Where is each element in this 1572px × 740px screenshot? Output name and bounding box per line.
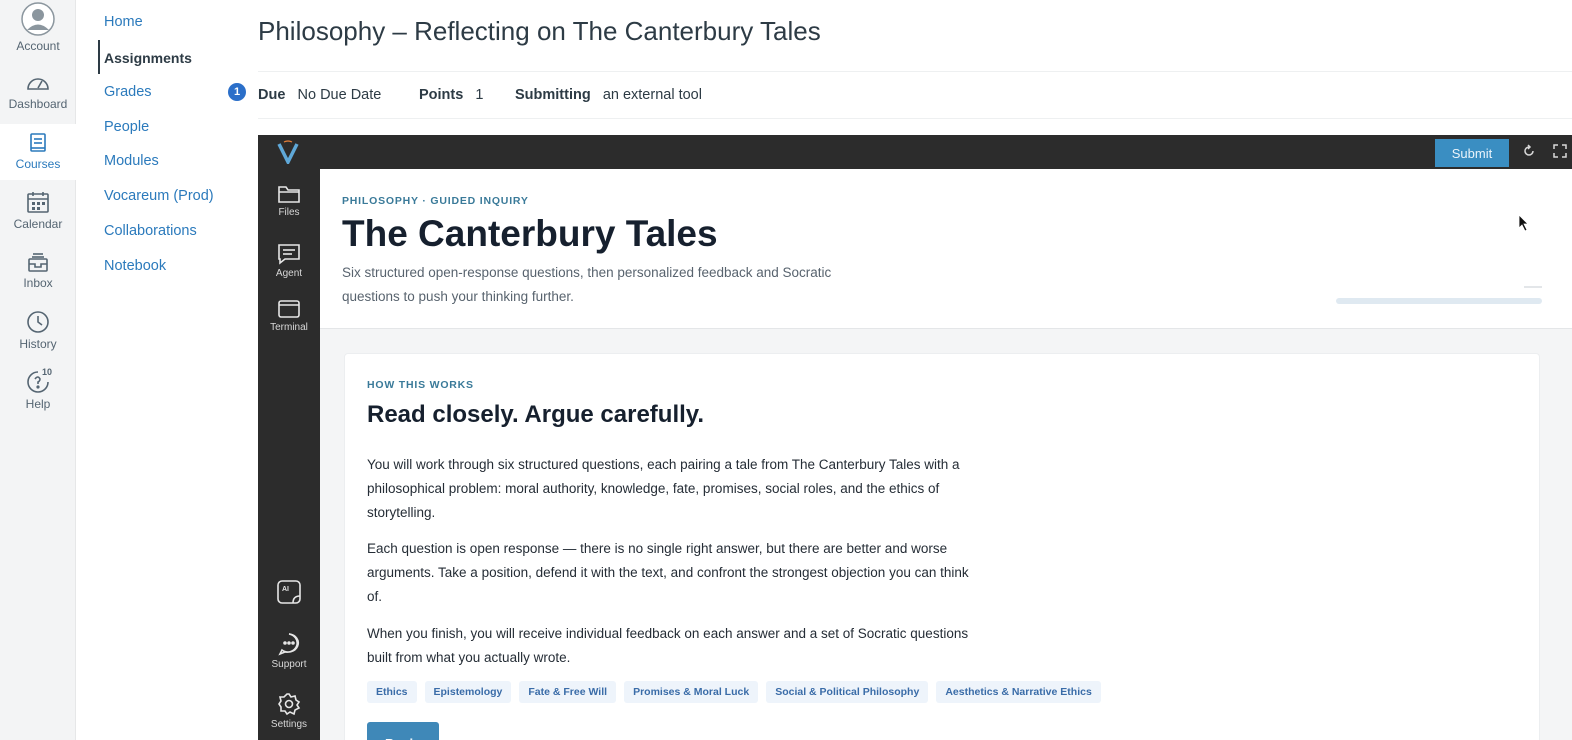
topic-tag: Social & Political Philosophy (766, 681, 929, 703)
divider (258, 71, 1572, 72)
points-meta: Points 1 (419, 87, 483, 103)
course-nav-assignments[interactable]: Assignments (104, 50, 192, 66)
topic-tags: Ethics Epistemology Fate & Free Will Pro… (367, 681, 1101, 703)
global-nav-label: Inbox (23, 276, 53, 290)
response-paragraph: Each question is open response — there i… (367, 541, 969, 604)
hero-subtitle: Six structured open-response questions, … (342, 265, 832, 304)
course-nav-modules[interactable]: Modules (104, 153, 159, 169)
clock-icon (27, 311, 49, 333)
course-nav-notebook[interactable]: Notebook (104, 258, 166, 274)
global-nav-label: History (19, 337, 57, 351)
topic-tag: Promises & Moral Luck (624, 681, 759, 703)
mouse-cursor-icon (1518, 214, 1529, 232)
progress-bar (1336, 298, 1542, 304)
course-nav-people[interactable]: People (104, 119, 149, 135)
info-badge[interactable]: 1 (228, 83, 246, 101)
support-icon (278, 633, 300, 656)
tool-sidebar-support[interactable]: Support (258, 632, 320, 670)
global-nav-history[interactable]: History (0, 310, 76, 351)
global-nav-label: Help (25, 397, 51, 411)
begin-button[interactable]: Begin (367, 722, 439, 740)
global-nav-label: Courses (15, 157, 61, 171)
inbox-icon (28, 253, 48, 272)
global-nav-label: Account (16, 39, 60, 53)
topic-tag: Fate & Free Will (519, 681, 617, 703)
feedback-paragraph: When you finish, you will receive indivi… (367, 626, 969, 665)
avatar-icon (21, 2, 55, 36)
book-icon (30, 133, 46, 152)
tool-content: PHILOSOPHY · GUIDED INQUIRY The Canterbu… (320, 169, 1572, 740)
course-nav: Home Assignments Grades People Modules V… (76, 0, 252, 740)
due-label: Due (258, 87, 286, 103)
tool-sidebar-ai[interactable]: AI (258, 579, 320, 605)
card-title: Read closely. Argue carefully. (367, 401, 705, 428)
due-value: No Due Date (297, 87, 382, 103)
hero-eyebrow: PHILOSOPHY · GUIDED INQUIRY (342, 195, 529, 207)
calendar-icon (27, 192, 49, 213)
tool-sidebar-settings[interactable]: Settings (258, 692, 320, 730)
hero-title: The Canterbury Tales (342, 213, 718, 254)
progress-caption (1524, 286, 1542, 288)
points-label: Points (419, 87, 464, 103)
tool-sidebar-label: Terminal (270, 322, 308, 333)
dashboard-icon (27, 78, 49, 90)
terminal-icon (278, 300, 300, 318)
global-nav-help[interactable]: 10 Help (0, 367, 76, 411)
points-value: 1 (475, 87, 484, 103)
global-nav-courses[interactable]: Courses (0, 124, 76, 180)
topic-tag: Ethics (367, 681, 417, 703)
help-count-badge: 10 (42, 367, 53, 377)
card-eyebrow: HOW THIS WORKS (367, 379, 474, 391)
refresh-icon[interactable] (1522, 144, 1536, 158)
global-nav-inbox[interactable]: Inbox (0, 251, 76, 290)
gear-icon (278, 693, 301, 716)
tool-sidebar-label: Support (271, 659, 307, 670)
external-tool-frame: Submit Files Agent Terminal AI Support S… (258, 135, 1572, 740)
global-nav-calendar[interactable]: Calendar (0, 190, 76, 231)
global-nav-label: Dashboard (8, 97, 68, 111)
tool-sidebar-terminal[interactable]: Terminal (258, 299, 320, 333)
divider (258, 118, 1572, 119)
course-nav-home[interactable]: Home (104, 14, 143, 30)
folder-icon (278, 186, 300, 203)
global-nav-dashboard[interactable]: Dashboard (0, 72, 76, 111)
active-indicator (98, 40, 100, 74)
vocareum-logo-icon[interactable] (276, 140, 300, 164)
topic-tag: Epistemology (424, 681, 512, 703)
tool-sidebar-label: Settings (270, 719, 308, 730)
fullscreen-icon[interactable] (1553, 144, 1567, 158)
ai-icon: AI (277, 580, 301, 604)
submitting-label: Submitting (515, 87, 591, 103)
global-nav: Account Dashboard Courses Calendar Inbox… (0, 0, 76, 740)
course-nav-vocareum[interactable]: Vocareum (Prod) (104, 188, 214, 204)
tool-topbar: Submit (258, 135, 1572, 169)
submitting-value: an external tool (602, 87, 702, 103)
due-meta: Due No Due Date (258, 87, 381, 103)
global-nav-label: Calendar (13, 217, 63, 231)
topic-tag: Aesthetics & Narrative Ethics (936, 681, 1101, 703)
chat-icon (278, 244, 300, 265)
tool-sidebar-files[interactable]: Files (258, 184, 320, 218)
how-it-works-card: HOW THIS WORKS Read closely. Argue caref… (344, 353, 1540, 740)
submit-button[interactable]: Submit (1435, 139, 1509, 167)
hero-panel: PHILOSOPHY · GUIDED INQUIRY The Canterbu… (320, 169, 1572, 329)
svg-text:AI: AI (282, 586, 289, 593)
course-nav-collaborations[interactable]: Collaborations (104, 223, 197, 239)
intro-paragraph: You will work through six structured que… (367, 457, 960, 520)
tool-sidebar: Files Agent Terminal AI Support Settings (258, 169, 320, 740)
tool-sidebar-agent[interactable]: Agent (258, 243, 320, 279)
submitting-meta: Submitting an external tool (515, 87, 702, 103)
course-nav-grades[interactable]: Grades (104, 84, 152, 100)
page-title: Philosophy – Reflecting on The Canterbur… (258, 16, 821, 46)
tool-sidebar-label: Agent (275, 268, 303, 279)
tool-sidebar-label: Files (278, 207, 300, 218)
global-nav-account[interactable]: Account (0, 2, 76, 53)
